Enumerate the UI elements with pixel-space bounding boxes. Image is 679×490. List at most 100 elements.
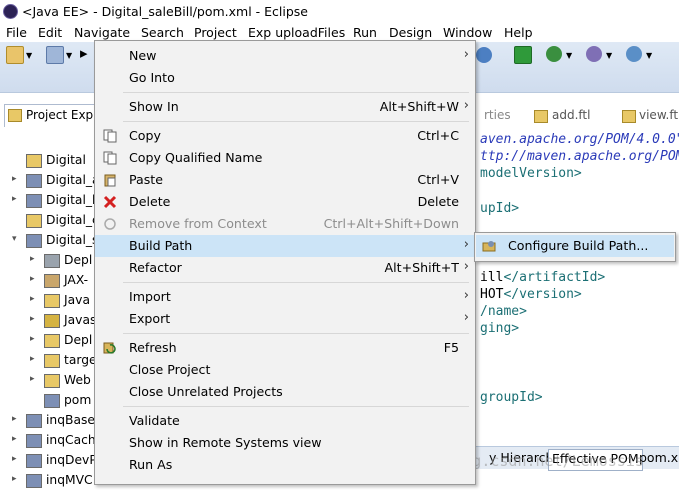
context-menu-item-show-in-remote-systems-view[interactable]: Show in Remote Systems view [95, 432, 475, 454]
context-menu-item-validate[interactable]: Validate [95, 410, 475, 432]
dropdown-arrow-icon[interactable]: ▼ [26, 51, 32, 60]
configure-build-path-item[interactable]: Configure Build Path... [476, 235, 674, 257]
server-icon[interactable] [586, 46, 602, 62]
tree-item[interactable]: ▾ Digital_s [0, 230, 98, 250]
tree-item-label: Web [64, 373, 91, 387]
collapse-arrow-icon[interactable]: ▸ [30, 254, 35, 264]
menu-design[interactable]: Design [389, 25, 432, 40]
context-menu-item-export[interactable]: Export › [95, 308, 475, 330]
context-menu-item-build-path[interactable]: Build Path › [95, 235, 475, 257]
context-menu-item-new[interactable]: New › [95, 45, 475, 67]
collapse-arrow-icon[interactable]: ▸ [30, 314, 35, 324]
tree-item[interactable]: ▸ inqCach [0, 430, 96, 450]
tree-item[interactable]: ▸ Web [0, 370, 96, 390]
tree-item[interactable]: ▸ inqDevP [0, 450, 97, 470]
context-menu-item-delete[interactable]: Delete Delete [95, 191, 475, 213]
context-menu-item-close-unrelated-projects[interactable]: Close Unrelated Projects [95, 381, 475, 403]
dropdown-arrow-icon[interactable]: ▼ [646, 51, 652, 60]
menu-separator [123, 282, 469, 283]
editor-tab-view-ftl[interactable]: view.ftl [639, 108, 679, 122]
tree-item[interactable]: ▸ targe [0, 350, 97, 370]
project-explorer-tab[interactable]: Project Expl [4, 104, 98, 127]
folder-icon [8, 109, 22, 122]
tree-item[interactable]: ▸ Digital_a [0, 170, 100, 190]
context-menu-item-copy-qualified-name[interactable]: Copy Qualified Name [95, 147, 475, 169]
tree-item[interactable]: ▸ Javas [0, 310, 96, 330]
context-menu-item-paste[interactable]: Paste Ctrl+V [95, 169, 475, 191]
code-line: ging> [480, 321, 519, 336]
eclipse-logo-icon [3, 4, 18, 19]
menu-window[interactable]: Window [443, 25, 492, 40]
folder-icon [44, 354, 60, 368]
code-line: aven.apache.org/POM/4.0.0" x [480, 132, 679, 147]
menu-item-label: Build Path [129, 238, 193, 253]
collapse-arrow-icon[interactable]: ▸ [30, 334, 35, 344]
tree-item[interactable]: ▸ Java [0, 290, 96, 310]
maven-icon [26, 454, 42, 468]
tree-item[interactable]: ▸ inqMVC [0, 470, 96, 490]
tree-item-label: Digital_b [46, 193, 100, 207]
context-menu-item-go-into[interactable]: Go Into [95, 67, 475, 89]
collapse-arrow-icon[interactable]: ▸ [30, 274, 35, 284]
collapse-arrow-icon[interactable]: ▸ [12, 174, 17, 184]
menu-help[interactable]: Help [504, 25, 533, 40]
code-line: modelVersion> [480, 166, 582, 181]
debug-icon[interactable] [546, 46, 562, 62]
tree-item[interactable]: pom [0, 390, 96, 410]
build-path-icon [482, 239, 496, 253]
collapse-arrow-icon[interactable]: ▸ [12, 434, 17, 444]
tree-item[interactable]: ▸ Depl [0, 250, 96, 270]
editor-tab-properties[interactable]: rties [484, 108, 511, 122]
menu-item-label: New [129, 48, 157, 63]
tree-item-label: Javas [64, 313, 97, 327]
context-menu-item-remove-from-context[interactable]: Remove from Context Ctrl+Alt+Shift+Down [95, 213, 475, 235]
menu-item-label: Paste [129, 172, 163, 187]
new-file-icon[interactable] [6, 46, 24, 64]
code-token: HOT [480, 286, 504, 302]
dropdown-arrow-icon[interactable]: ▼ [606, 51, 612, 60]
context-menu-item-copy[interactable]: Copy Ctrl+C [95, 125, 475, 147]
menu-edit[interactable]: Edit [38, 25, 62, 40]
tree-item-label: Digital_c [46, 213, 99, 227]
menu-run[interactable]: Run [353, 25, 377, 40]
folder-icon [44, 294, 60, 308]
menu-file[interactable]: File [6, 25, 27, 40]
globe-icon[interactable] [626, 46, 642, 62]
tree-item[interactable]: ▸ Depl [0, 330, 96, 350]
tree-item[interactable]: ▸ JAX- [0, 270, 96, 290]
menu-item-label: Show in Remote Systems view [129, 435, 322, 450]
tree-item-label: Java [64, 293, 90, 307]
refresh-icon [103, 341, 117, 355]
tree-item[interactable]: ▸ inqBase [0, 410, 96, 430]
context-menu-item-import[interactable]: Import › [95, 286, 475, 308]
dropdown-arrow-icon[interactable]: ▼ [66, 51, 72, 60]
tree-item[interactable]: Digital [0, 150, 96, 170]
collapse-arrow-icon[interactable]: ▸ [12, 414, 17, 424]
tree-item[interactable]: Digital_c [0, 210, 99, 230]
collapse-arrow-icon[interactable]: ▸ [30, 294, 35, 304]
menu-project[interactable]: Project [194, 25, 237, 40]
run-icon[interactable] [514, 46, 532, 64]
file-icon [534, 110, 548, 123]
collapse-arrow-icon[interactable]: ▸ [12, 454, 17, 464]
editor-tab-add-ftl[interactable]: add.ftl [552, 108, 590, 122]
context-menu-item-refactor[interactable]: Refactor Alt+Shift+T › [95, 257, 475, 279]
tree-item[interactable]: ▸ Digital_b [0, 190, 100, 210]
toolbar-extra-icon[interactable]: ▸ [80, 44, 88, 62]
context-menu-item-show-in[interactable]: Show In Alt+Shift+W › [95, 96, 475, 118]
configure-build-path-label: Configure Build Path... [508, 238, 649, 253]
expand-arrow-icon[interactable]: ▾ [12, 234, 17, 244]
menu-exp-uploadfiles[interactable]: Exp uploadFiles [248, 25, 345, 40]
nav-icon[interactable] [476, 47, 492, 63]
menu-navigate[interactable]: Navigate [74, 25, 130, 40]
menu-search[interactable]: Search [141, 25, 184, 40]
context-menu-item-refresh[interactable]: Refresh F5 [95, 337, 475, 359]
collapse-arrow-icon[interactable]: ▸ [30, 374, 35, 384]
dropdown-arrow-icon[interactable]: ▼ [566, 51, 572, 60]
context-menu-item-run-as[interactable]: Run As [95, 454, 475, 476]
collapse-arrow-icon[interactable]: ▸ [30, 354, 35, 364]
context-menu-item-close-project[interactable]: Close Project [95, 359, 475, 381]
collapse-arrow-icon[interactable]: ▸ [12, 194, 17, 204]
menu-item-label: Delete [129, 194, 171, 209]
save-icon[interactable] [46, 46, 64, 64]
